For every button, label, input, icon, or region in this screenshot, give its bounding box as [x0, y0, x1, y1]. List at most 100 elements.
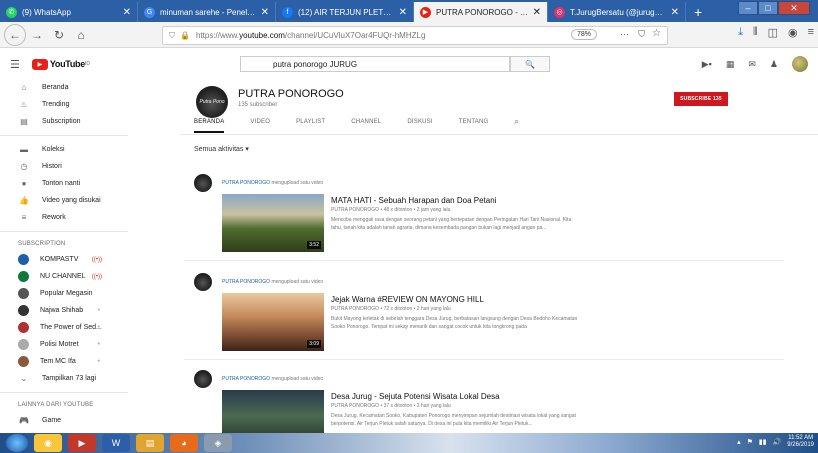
history-icon: ◷ [20, 162, 28, 171]
browser-tab[interactable]: ▶ PUTRA PONOROGO - YouTube ✕ [414, 2, 548, 22]
channel-tab-channel[interactable]: CHANNEL [351, 119, 381, 133]
post-action-text: mengupload satu video [270, 376, 324, 382]
sidebar-item-trending[interactable]: ♨ Trending [0, 96, 128, 113]
sidebar-item-game[interactable]: 🎮 Game [0, 412, 128, 429]
home-button[interactable]: ⌂ [70, 24, 92, 46]
channel-tab-playlist[interactable]: PLAYLIST [296, 119, 325, 133]
create-video-icon[interactable]: ▶▪ [702, 59, 712, 70]
tab-close-icon[interactable]: ✕ [671, 7, 679, 18]
post-channel-avatar[interactable] [194, 370, 212, 388]
subscription-item[interactable]: KOMPASTV ((•)) [0, 251, 128, 268]
activity-filter-dropdown[interactable]: Semua aktivitas ▾ [194, 145, 249, 153]
youtube-country-code: ID [84, 61, 90, 67]
subscription-item[interactable]: Polisi Motret • [0, 336, 128, 353]
video-title-link[interactable]: Desa Jurug - Sejuta Potensi Wisata Lokal… [331, 392, 500, 401]
menu-icon[interactable]: ≡ [808, 26, 814, 39]
forward-button[interactable]: → [26, 24, 48, 46]
video-title-link[interactable]: Jejak Warna #REVIEW ON MAYONG HILL [331, 295, 484, 304]
post-separator [184, 359, 784, 360]
post-channel-avatar[interactable] [194, 174, 212, 192]
video-thumbnail[interactable]: 3:09 [222, 293, 324, 351]
sidebar-item-label: Game [42, 417, 62, 424]
taskbar-explorer-icon[interactable]: ◉ [34, 434, 62, 452]
browser-tab[interactable]: ◎ T.JurugBersatu (@jurug_bersat ✕ [548, 2, 686, 22]
subscription-item[interactable]: Najwa Shihab • [0, 302, 128, 319]
pocket-icon[interactable]: ⛉ [638, 29, 645, 40]
hamburger-menu-icon[interactable]: ☰ [10, 58, 20, 71]
user-avatar[interactable] [792, 56, 808, 72]
subscribe-button[interactable]: SUBSCRIBE 135 [674, 92, 728, 106]
subscription-item[interactable]: Tem MC Ifa • [0, 353, 128, 370]
masthead-actions: ▶▪ ▦ ✉ ♟ [702, 56, 808, 72]
taskbar-folder-icon[interactable]: ▤ [136, 434, 164, 452]
post-channel-avatar[interactable] [194, 273, 212, 291]
sidebar-item-video-yang-disukai[interactable]: 👍 Video yang disukai [0, 192, 128, 209]
tab-close-icon[interactable]: ✕ [261, 7, 269, 18]
channel-avatar[interactable]: Putra Pono [196, 86, 228, 118]
notifications-bell-icon[interactable]: ♟ [770, 59, 778, 70]
minimize-button[interactable]: – [738, 1, 758, 15]
channel-subscriber-count: 135 subscriber [238, 102, 278, 108]
channel-tab-tentang[interactable]: TENTANG [459, 119, 489, 133]
watch-later-icon: ● [21, 179, 27, 188]
sidebar-toggle-icon[interactable]: ◫ [768, 26, 778, 39]
taskbar-media-player-icon[interactable]: ▶ [68, 434, 96, 452]
chevron-down-icon: ⌄ [20, 374, 28, 383]
sidebar-item-beranda[interactable]: ⌂ Beranda [0, 79, 128, 96]
browser-tab[interactable]: f (12) AIR TERJUN PLETUK PONO ✕ [276, 2, 414, 22]
search-input[interactable]: putra ponorogo JURUG [240, 56, 510, 72]
show-more-subscriptions[interactable]: ⌄ Tampilkan 73 lagi [0, 370, 128, 387]
back-button[interactable]: ← [4, 23, 26, 46]
video-thumbnail[interactable]: 3:52 [222, 194, 324, 252]
maximize-button[interactable]: □ [758, 1, 778, 15]
download-icon[interactable]: ⤓ [738, 26, 743, 39]
youtube-logo[interactable]: ▶ YouTube ID [31, 58, 90, 70]
post-channel-link[interactable]: PUTRA PONOROGO [222, 279, 270, 285]
youtube-play-icon: ▶ [31, 58, 48, 70]
channel-search-icon[interactable]: ⌕ [514, 117, 519, 131]
tray-flag-icon[interactable]: ⚑ [747, 438, 753, 446]
taskbar-firefox-icon[interactable]: ◕ [170, 434, 198, 452]
bookmark-star-icon[interactable]: ☆ [652, 28, 661, 39]
new-tab-button[interactable]: + [686, 2, 710, 22]
messages-icon[interactable]: ✉ [748, 59, 756, 70]
start-button[interactable] [6, 434, 28, 452]
tab-close-icon[interactable]: ✕ [123, 7, 131, 18]
browser-tab[interactable]: ✆ (9) WhatsApp ✕ [0, 2, 138, 22]
account-icon[interactable]: ◉ [788, 26, 798, 39]
library-icon[interactable]: ⫴ [753, 26, 758, 39]
reload-button[interactable]: ↻ [48, 24, 70, 46]
subscription-item[interactable]: Popular Megasin [0, 285, 128, 302]
apps-grid-icon[interactable]: ▦ [726, 59, 735, 70]
post-channel-link[interactable]: PUTRA PONOROGO [222, 180, 270, 186]
post-channel-link[interactable]: PUTRA PONOROGO [222, 376, 270, 382]
zoom-level[interactable]: 78% [570, 29, 597, 40]
taskbar-word-icon[interactable]: W [102, 434, 130, 452]
volume-icon[interactable]: 🔊 [773, 438, 782, 446]
sidebar-item-rework[interactable]: ≡ Rework [0, 209, 128, 226]
taskbar-app-icon[interactable]: ◈ [204, 434, 232, 452]
search-button[interactable]: 🔍 [510, 56, 550, 72]
tray-arrow-icon[interactable]: ▴ [737, 438, 741, 446]
subscription-avatar [18, 288, 29, 299]
tab-close-icon[interactable]: ✕ [533, 7, 541, 18]
sidebar-item-koleksi[interactable]: ▬ Koleksi [0, 141, 128, 158]
video-description: Desa Jurug, Kecamatan Sooko, Kabupaten P… [331, 413, 576, 427]
close-window-button[interactable]: ✕ [778, 1, 810, 15]
browser-tab[interactable]: Gminuman sarehe - Penelusur ✕ [138, 2, 276, 22]
network-icon[interactable]: ▮▮ [759, 438, 767, 446]
sidebar-item-tonton-nanti[interactable]: ● Tonton nanti [0, 175, 128, 192]
channel-tab-beranda[interactable]: BERANDA [194, 119, 225, 133]
video-title-link[interactable]: MATA HATI - Sebuah Harapan dan Doa Petan… [331, 196, 496, 205]
channel-tab-video[interactable]: VIDEO [250, 119, 270, 133]
page-actions-icon[interactable]: ··· [620, 29, 629, 39]
system-clock[interactable]: 11:52 AM 9/26/2019 [787, 435, 814, 449]
subscription-item[interactable]: The Power of Sed... • [0, 319, 128, 336]
channel-tab-diskusi[interactable]: DISKUSI [407, 119, 432, 133]
tab-close-icon[interactable]: ✕ [399, 7, 407, 18]
subscription-item[interactable]: NU CHANNEL ((•)) [0, 268, 128, 285]
sidebar-item-histori[interactable]: ◷ Histori [0, 158, 128, 175]
sidebar-item-subscription[interactable]: ▤ Subscription [0, 113, 128, 130]
url-bar[interactable]: ⛉ 🔒 https://www. youtube.com/channel/UCuV… [162, 26, 668, 45]
youtube-logo-text: YouTube [49, 59, 85, 69]
